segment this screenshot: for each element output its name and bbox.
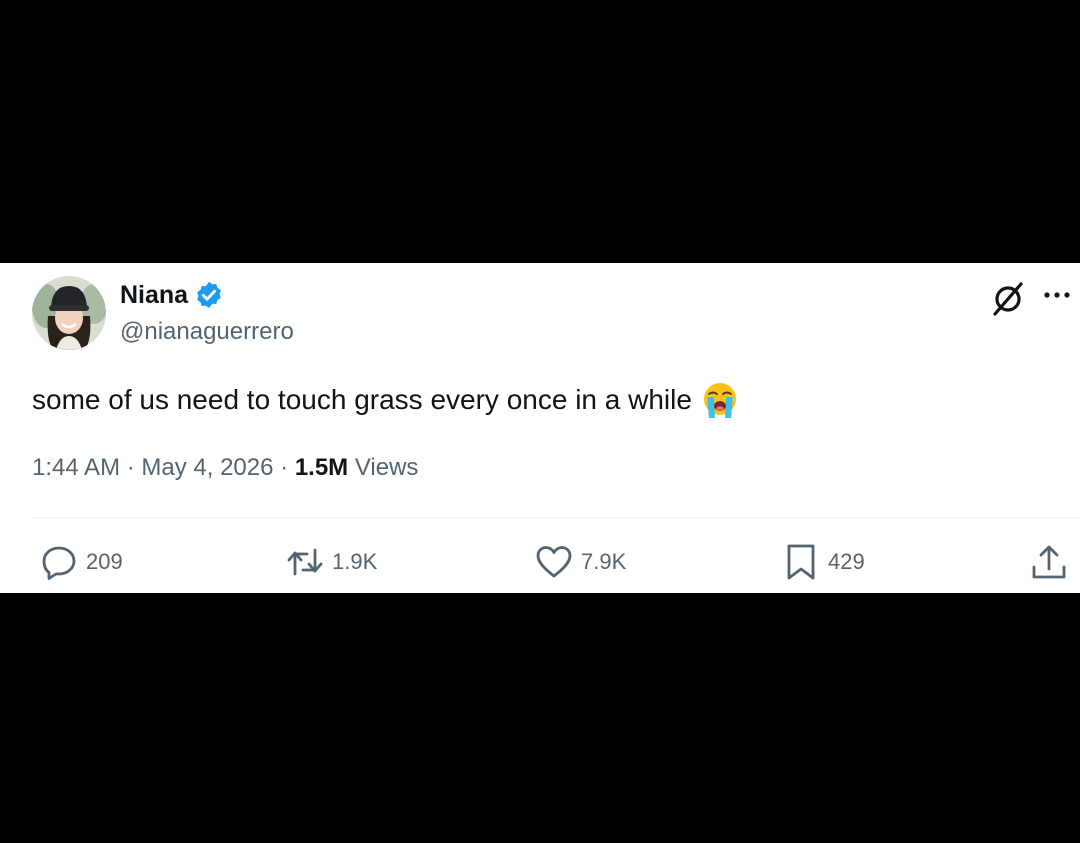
tweet-text: some of us need to touch grass every onc… [32,380,740,420]
tweet-date[interactable]: May 4, 2026 [141,454,273,481]
reply-icon [42,546,76,580]
heart-icon [536,546,572,578]
bookmark-button[interactable]: 429 [782,543,865,581]
share-icon [1032,545,1066,579]
divider [32,517,1080,518]
bookmark-icon [787,544,815,580]
like-button[interactable]: 7.9K [535,543,626,581]
author-name-row[interactable]: Niana [120,280,224,310]
reply-count: 209 [86,549,123,574]
tweet-meta: 1:44 AM · May 4, 2026 · 1.5M Views [32,454,418,482]
reply-button[interactable]: 209 [40,543,123,581]
meta-separator: · [273,454,295,481]
share-button[interactable] [1030,543,1068,581]
verified-badge-icon [197,281,221,309]
action-bar: 209 1.9K 7.9K 429 [0,543,1080,583]
meta-separator: · [120,454,142,481]
like-count: 7.9K [581,549,627,574]
avatar[interactable] [32,276,106,350]
repost-icon [287,548,323,576]
tweet-time[interactable]: 1:44 AM [32,454,120,481]
loudly-crying-face-icon [703,383,736,418]
views-count: 1.5M [294,454,349,481]
tweet-text-content: some of us need to touch grass every onc… [32,384,692,415]
author-name[interactable]: Niana [120,281,188,310]
repost-count: 1.9K [332,549,378,574]
avatar-image [32,276,106,350]
tweet-card: Niana @nianaguerrero some of us need to … [0,263,1080,593]
views-label: Views [348,454,419,481]
grok-icon[interactable] [990,281,1026,317]
bookmark-count: 429 [828,549,865,574]
author-handle[interactable]: @nianaguerrero [120,318,294,346]
repost-button[interactable]: 1.9K [286,543,377,581]
more-icon[interactable] [1042,283,1072,307]
